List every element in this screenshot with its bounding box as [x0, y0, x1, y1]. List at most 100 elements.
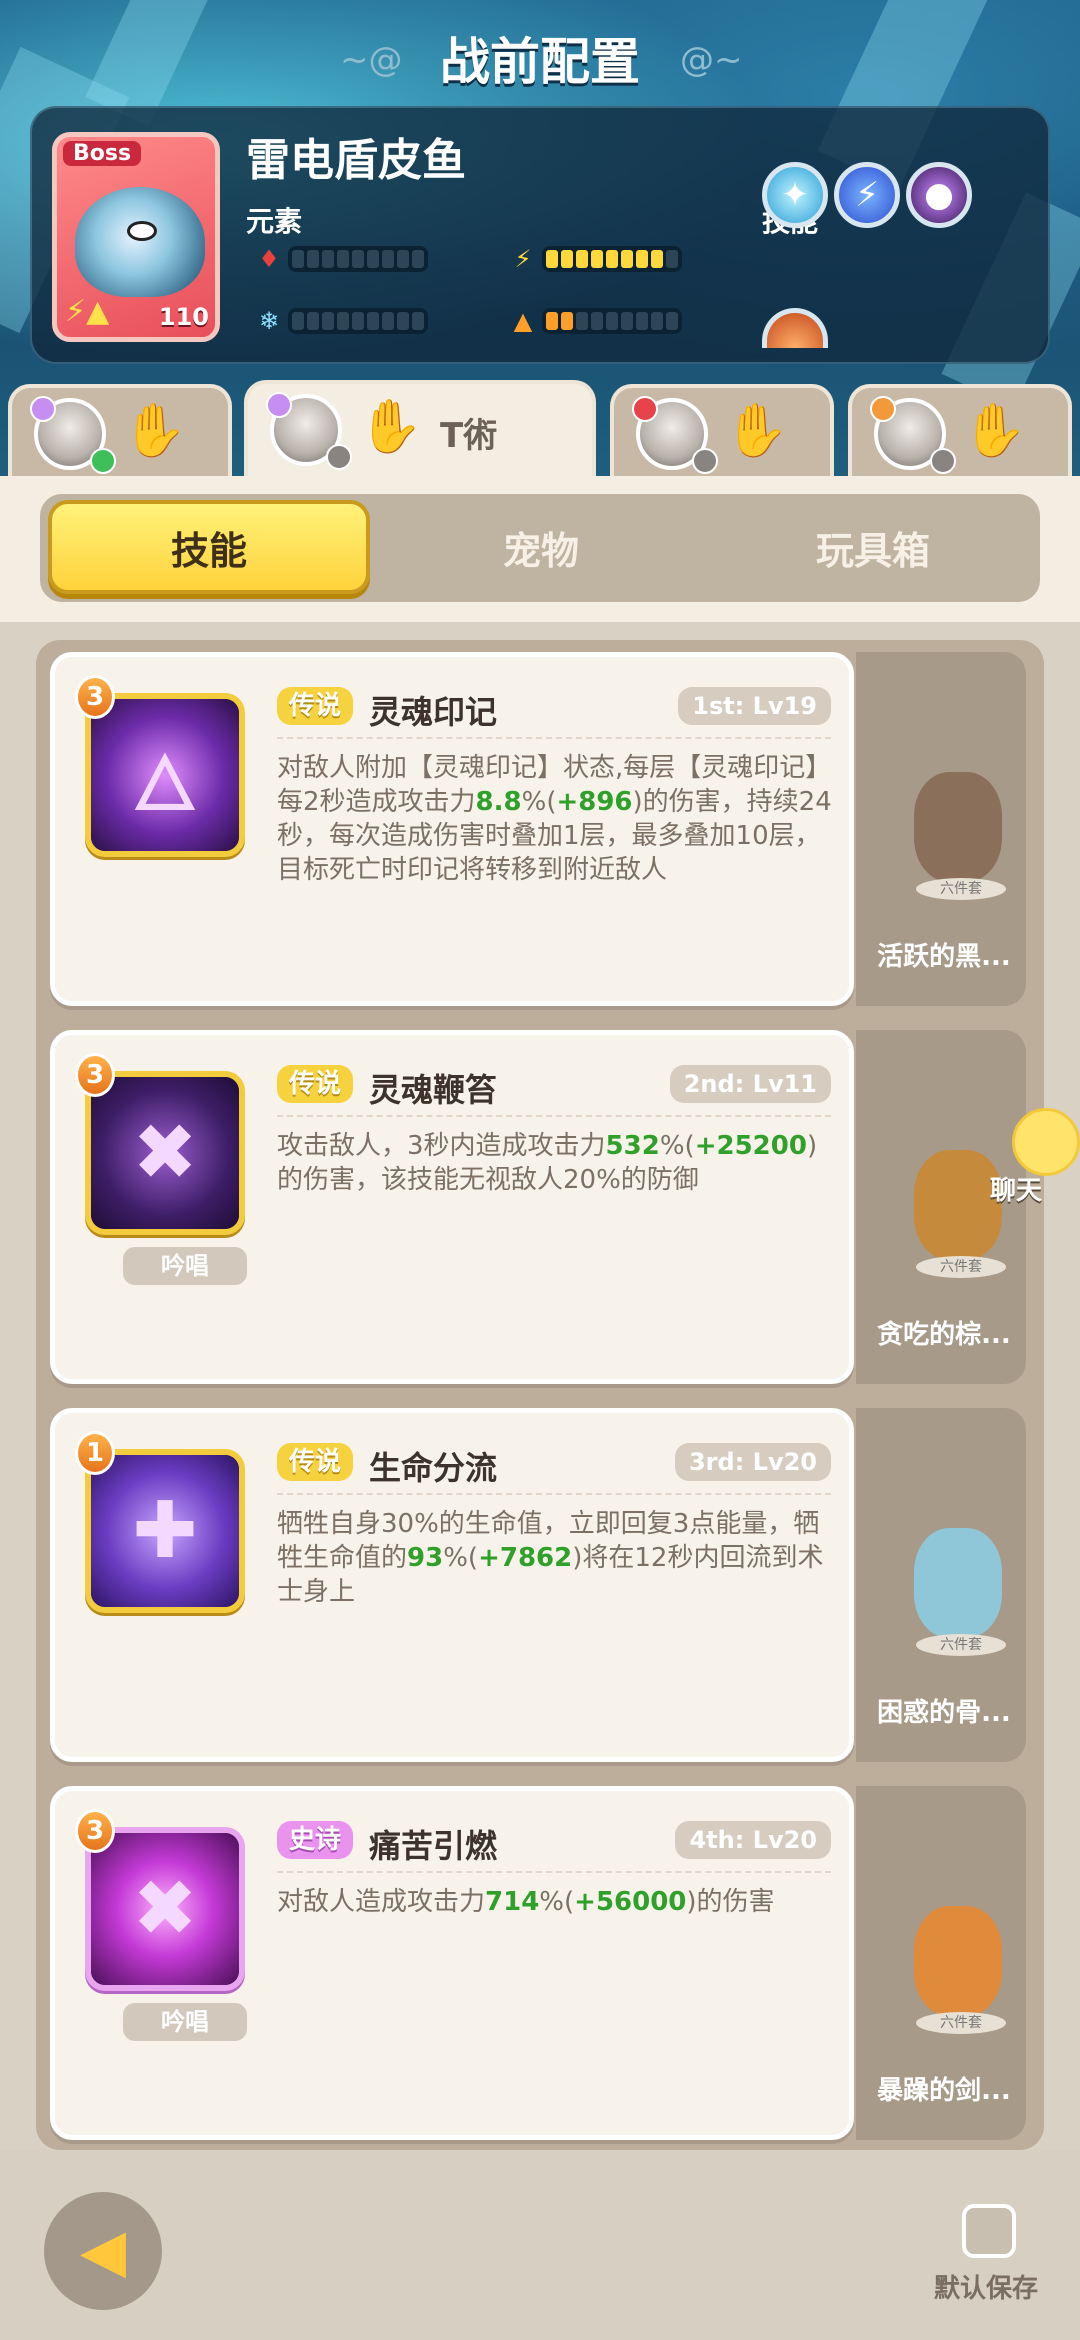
element-bar-segment — [651, 250, 663, 268]
class-badge-icon — [30, 396, 56, 422]
rank-badge: 3 — [75, 1053, 115, 1097]
tab-skills[interactable]: 技能 — [48, 500, 370, 594]
skill-description: 对敌人附加【灵魂印记】状态,每层【灵魂印记】每2秒造成攻击力8.8%(+896)… — [277, 751, 837, 887]
element-bar-segment — [382, 312, 394, 330]
element-bar-segment — [337, 250, 349, 268]
tab-toybox[interactable]: 玩具箱 — [712, 500, 1034, 594]
pet-set-label: 六件套 — [916, 1634, 1006, 1656]
boss-skill-flame-orb-icon[interactable] — [762, 308, 828, 348]
skill-description: 对敌人造成攻击力714%(+56000)的伤害 — [277, 1885, 837, 1919]
highlight-value: 714 — [485, 1887, 540, 1917]
skill-name: 生命分流 — [369, 1449, 498, 1487]
skill-name: 灵魂鞭笞 — [369, 1071, 498, 1109]
highlight-value: 532 — [605, 1131, 660, 1161]
hero-tab-3[interactable]: ✋ — [610, 384, 834, 476]
element-bar-segment — [546, 312, 558, 330]
pet-name: 暴躁的剑... — [877, 2076, 1011, 2106]
rank-badge: 3 — [75, 675, 115, 719]
boss-name: 雷电盾皮鱼 — [246, 135, 466, 186]
element-bar-segment — [576, 250, 588, 268]
skill-card[interactable]: 🜂 3 传说 灵魂印记 1st: Lv19 对敌人附加【灵魂印记】状态,每层【灵魂印记】每… — [50, 652, 854, 1006]
rarity-badge: 传说 — [277, 1065, 354, 1103]
boss-element-icons: ⚡▲ — [65, 294, 110, 329]
rarity-badge: 传说 — [277, 687, 354, 725]
description-text: %( — [539, 1887, 575, 1917]
pet-slot[interactable]: 六件套 困惑的骨... — [856, 1408, 1026, 1762]
earth-icon: ▲ — [513, 307, 533, 335]
element-bar-segment — [666, 312, 678, 330]
hero-tab-4[interactable]: ✋ — [848, 384, 1072, 476]
element-bar-segment — [367, 250, 379, 268]
default-save-label[interactable]: 默认保存 — [934, 2268, 1038, 2305]
rank-badge: 1 — [75, 1431, 115, 1475]
tab-pets[interactable]: 宠物 — [380, 500, 702, 594]
description-text: %( — [521, 787, 557, 817]
skill-icon[interactable]: 🜂 — [85, 693, 245, 857]
divider — [277, 1115, 831, 1117]
highlight-value: 93 — [407, 1543, 444, 1573]
hand-star-icon: ✋ — [358, 397, 423, 457]
skill-card[interactable]: ✖ 3 吟唱 史诗 痛苦引燃 4th: Lv20 对敌人造成攻击力714%(+56000)的… — [50, 1786, 854, 2140]
element-bar-segment — [307, 250, 319, 268]
rarity-badge: 史诗 — [277, 1821, 354, 1859]
boss-skill-ice-shard-icon[interactable]: ✦ — [762, 162, 828, 228]
hero-tab-2[interactable]: ✋ T術 — [244, 380, 596, 480]
element-bar-segment — [397, 312, 409, 330]
skill-level: 4th: Lv20 — [675, 1821, 831, 1859]
element-bar-segment — [322, 250, 334, 268]
chant-tag: 吟唱 — [123, 1247, 247, 1285]
pet-set-label: 六件套 — [916, 1256, 1006, 1278]
description-text: %( — [443, 1543, 479, 1573]
back-arrow-icon: ◀ — [79, 2216, 127, 2286]
element-bar-segment — [546, 250, 558, 268]
element-bar-segment — [591, 312, 603, 330]
skill-description: 牺牲自身30%的生命值，立即回复3点能量，牺牲生命值的93%(+7862)将在1… — [277, 1507, 837, 1609]
pet-slot[interactable]: 六件套 贪吃的棕... — [856, 1030, 1026, 1384]
boss-tag: Boss — [63, 141, 142, 166]
class-badge-icon — [870, 396, 896, 422]
pet-slot[interactable]: 六件套暴躁的剑... — [856, 1786, 1026, 2140]
skill-icon[interactable]: ✚ — [85, 1449, 245, 1613]
rarity-badge: 传说 — [277, 1443, 354, 1481]
boss-portrait[interactable]: Boss ⚡▲ 110 — [52, 132, 220, 342]
element-bar-segment — [576, 312, 588, 330]
skill-card[interactable]: ✖ 3 吟唱 传说 灵魂鞭笞 2nd: Lv11 攻击敌人，3秒内造成攻击力532%(+25… — [50, 1030, 854, 1384]
pet-set-label: 六件套 — [916, 878, 1006, 900]
skill-card[interactable]: ✚ 1 传说 生命分流 3rd: Lv20 牺牲自身30%的生命值，立即回复3点能量，牺牲… — [50, 1408, 854, 1762]
pet-set-label: 六件套 — [916, 2012, 1006, 2034]
pet-figure-image — [914, 1150, 1002, 1260]
highlight-value: 8.8 — [475, 787, 522, 817]
class-badge-icon — [266, 392, 292, 418]
pet-slot[interactable]: 六件套活跃的黑... — [856, 652, 1026, 1006]
boss-skill-dark-orb-icon[interactable]: ● — [906, 162, 972, 228]
boss-skill-lightning-icon[interactable]: ⚡ — [834, 162, 900, 228]
element-bar-segment — [292, 250, 304, 268]
element-bar-segment — [561, 312, 573, 330]
default-save-checkbox[interactable] — [962, 2204, 1016, 2258]
element-bar-earth: ▲ — [510, 307, 682, 335]
rank-badge: 3 — [75, 1809, 115, 1853]
element-bar-segment — [636, 312, 648, 330]
pet-name: 活跃的黑... — [877, 942, 1011, 972]
page-title: 战前配置 — [440, 33, 640, 91]
element-bar-segment — [606, 250, 618, 268]
chat-bubble-icon[interactable] — [1012, 1108, 1080, 1176]
skill-icon[interactable]: ✖ — [85, 1827, 245, 1991]
element-bar-segment — [307, 312, 319, 330]
element-bar-segment — [606, 312, 618, 330]
element-bar-fire: ♦ — [256, 245, 428, 273]
chat-status-icon — [326, 444, 352, 470]
chat-label[interactable]: 聊天 — [990, 1170, 1042, 1207]
hero-tab-1[interactable]: ✋ — [8, 384, 232, 476]
back-button[interactable]: ◀ — [44, 2192, 162, 2310]
description-text: )的伤害 — [686, 1887, 775, 1917]
hand-star-icon: ✋ — [962, 401, 1027, 461]
chat-status-icon — [692, 448, 718, 474]
boss-info-panel: Boss ⚡▲ 110 雷电盾皮鱼 元素 技能 ♦ ⚡ ❄ ▲ ✦ ⚡ ● — [30, 106, 1050, 364]
element-bar-segment — [651, 312, 663, 330]
chant-tag: 吟唱 — [123, 2003, 247, 2041]
skill-icon[interactable]: ✖ — [85, 1071, 245, 1235]
element-bar-ice: ❄ — [256, 307, 428, 335]
element-bar-segment — [322, 312, 334, 330]
element-bar-segment — [412, 250, 424, 268]
